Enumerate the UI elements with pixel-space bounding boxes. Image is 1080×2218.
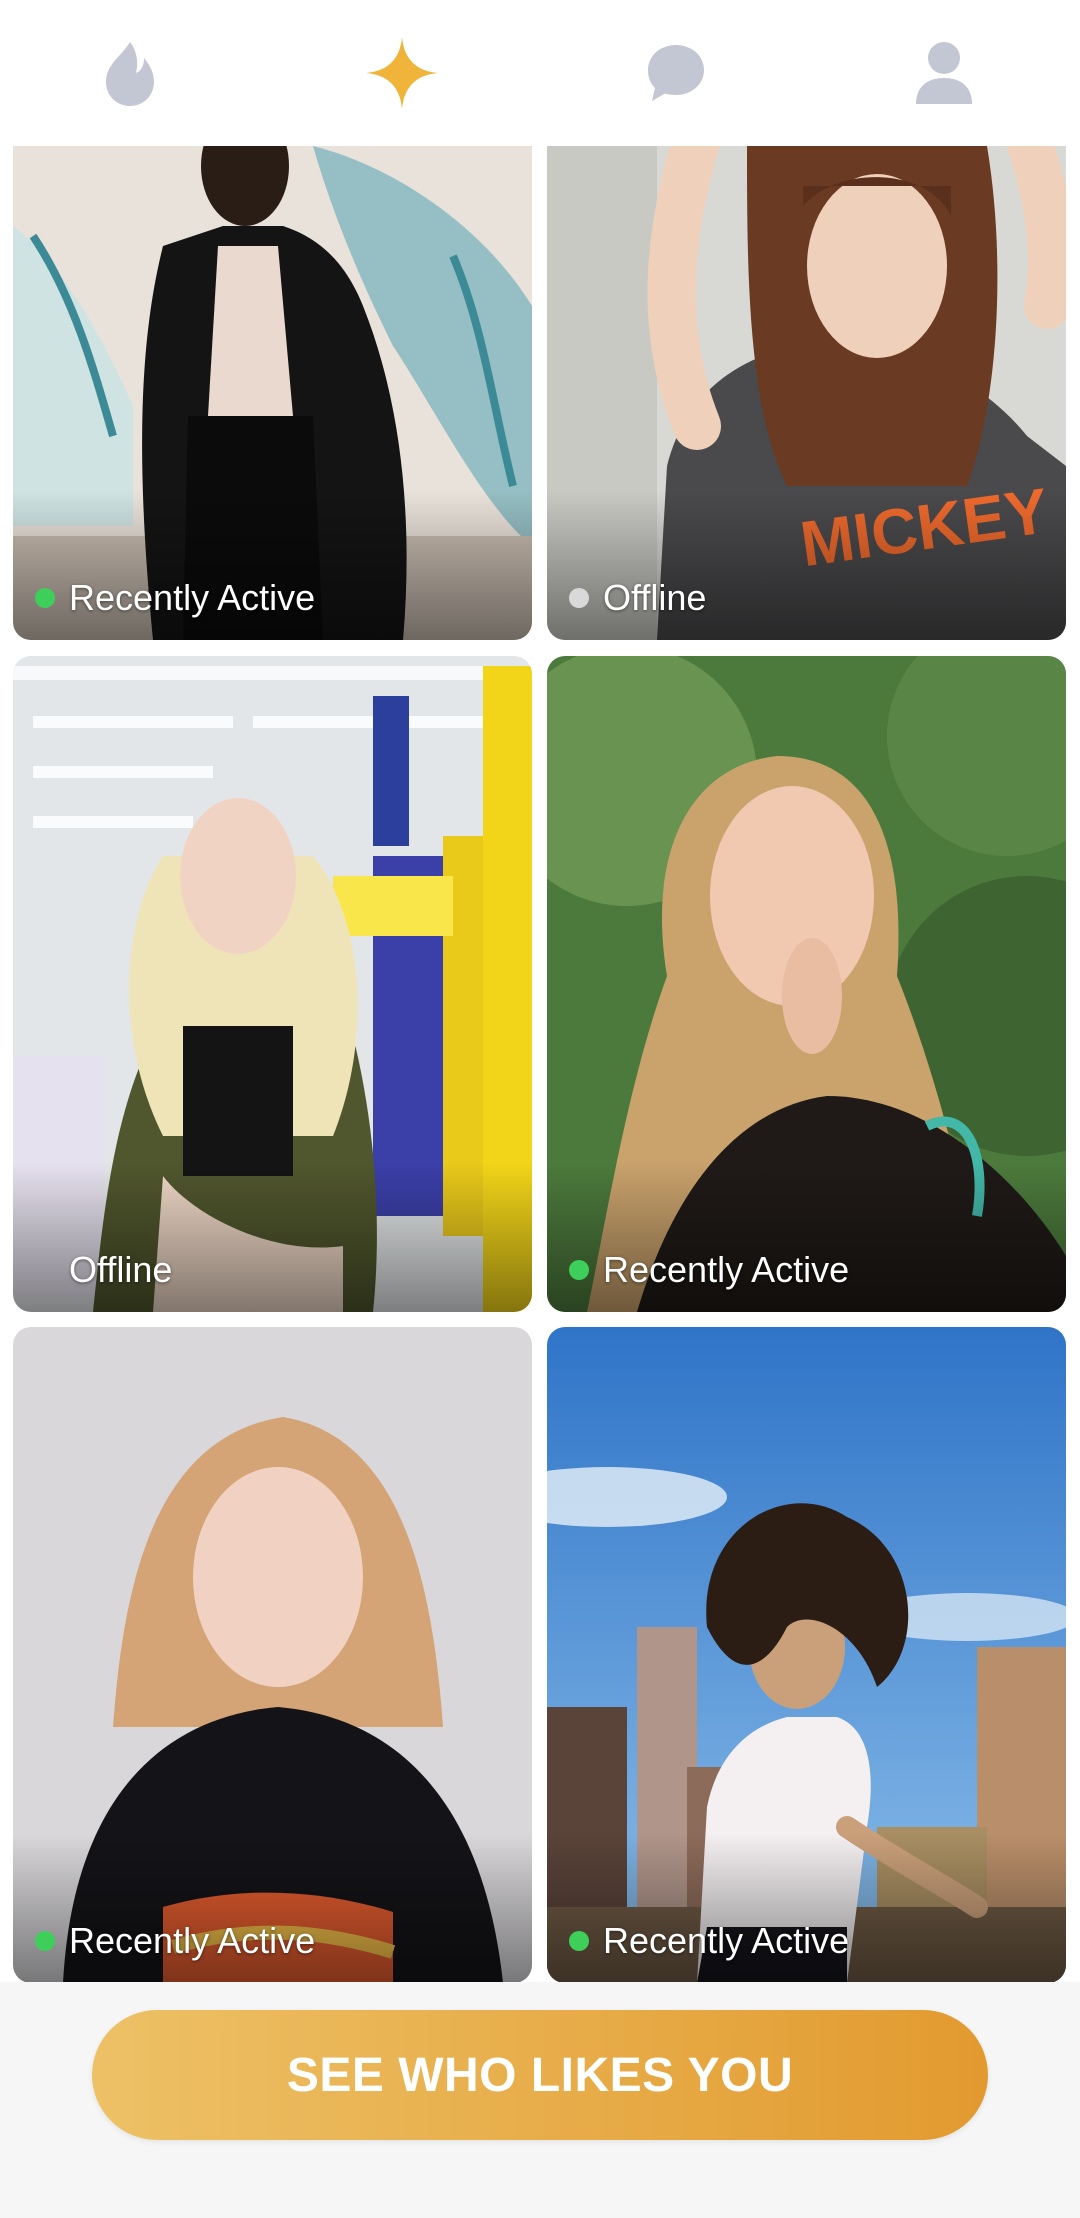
status-label: Recently Active (603, 1249, 850, 1290)
tab-messages[interactable] (626, 28, 726, 118)
status-label: Recently Active (69, 1920, 316, 1961)
status-label: Recently Active (603, 1920, 850, 1961)
top-nav-bar (0, 0, 1080, 146)
profile-card[interactable]: MICKEY Offline (547, 146, 1066, 640)
bottom-bar: SEE WHO LIKES YOU (0, 1982, 1080, 2218)
activity-status: Recently Active (569, 1921, 849, 1961)
tab-likes[interactable] (352, 28, 452, 118)
profile-card[interactable]: Recently Active (547, 1327, 1066, 1982)
activity-status: Offline (569, 578, 706, 618)
status-label: Offline (603, 577, 707, 618)
activity-status: Recently Active (35, 1921, 315, 1961)
profile-card[interactable]: Recently Active (13, 1327, 532, 1982)
status-label: Offline (69, 1249, 173, 1290)
tab-profile[interactable] (894, 28, 994, 118)
status-dot (35, 588, 55, 608)
sparkle-icon (366, 37, 438, 109)
status-dot (569, 1260, 589, 1280)
profile-grid: Recently Active MICKEY Offline (0, 146, 1080, 1982)
status-dot (35, 1931, 55, 1951)
status-label: Recently Active (69, 577, 316, 618)
profile-card[interactable]: Recently Active (547, 656, 1066, 1312)
chat-bubble-icon (648, 45, 704, 101)
tab-discover[interactable] (80, 28, 180, 118)
see-who-likes-you-button[interactable]: SEE WHO LIKES YOU (92, 2010, 988, 2140)
profile-icon (916, 42, 972, 104)
activity-status: Offline (35, 1250, 172, 1290)
activity-status: Recently Active (35, 578, 315, 618)
activity-status: Recently Active (569, 1250, 849, 1290)
status-dot (569, 588, 589, 608)
status-dot (569, 1931, 589, 1951)
status-dot (35, 1260, 55, 1280)
flame-icon (106, 42, 154, 106)
profile-card[interactable]: Offline (13, 656, 532, 1312)
profile-card[interactable]: Recently Active (13, 146, 532, 640)
